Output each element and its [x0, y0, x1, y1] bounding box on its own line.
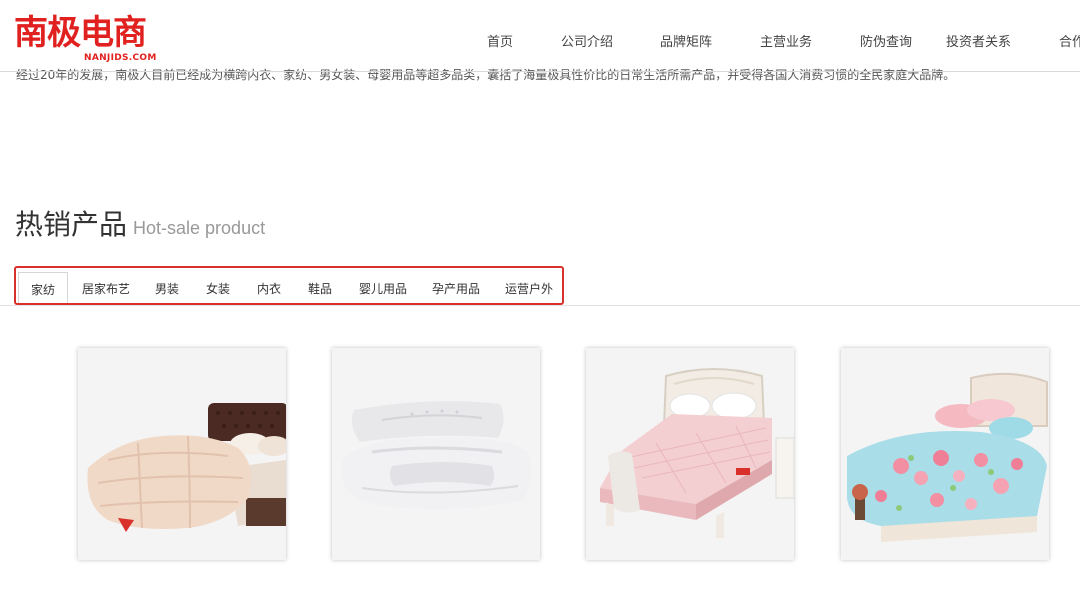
- site-header: 南极电商 NANJIDS.COM 首页 公司介绍 品牌矩阵 主营业务 防伪查询 …: [0, 0, 1080, 70]
- nav-item-business[interactable]: 主营业务: [760, 34, 812, 52]
- nav-item-investors[interactable]: 投资者关系: [946, 34, 1011, 52]
- nav-item-home[interactable]: 首页: [487, 34, 513, 52]
- pillows-image: [332, 348, 540, 560]
- product-card-mattress-pad[interactable]: [586, 348, 794, 560]
- product-card-pillows[interactable]: [332, 348, 540, 560]
- main-nav: 首页 公司介绍 品牌矩阵 主营业务 防伪查询 投资者关系 合作: [0, 34, 1080, 54]
- tab-bar-divider: [0, 305, 1080, 306]
- comforter-image: [78, 348, 286, 560]
- mattress-pad-bed-image: [586, 348, 794, 560]
- product-card-comforter[interactable]: [78, 348, 286, 560]
- nav-item-cooperation[interactable]: 合作: [1059, 34, 1080, 52]
- logo-domain: NANJIDS.COM: [84, 53, 157, 63]
- nav-item-anti-counterfeit[interactable]: 防伪查询: [860, 34, 912, 52]
- section-title-cn: 热销产品: [15, 208, 128, 241]
- nav-item-brands[interactable]: 品牌矩阵: [660, 34, 712, 52]
- tab-bar-highlight-box: [14, 266, 564, 305]
- section-title-en: Hot-sale product: [133, 218, 266, 238]
- nav-item-company[interactable]: 公司介绍: [561, 34, 613, 52]
- product-card-bedding-set[interactable]: [841, 348, 1049, 560]
- section-title: 热销产品 Hot-sale product: [15, 208, 265, 245]
- intro-text: 经过20年的发展，南极人目前已经成为横跨内衣、家纺、男女装、母婴用品等超多品类，…: [16, 68, 956, 82]
- floral-bedding-set-image: [841, 348, 1049, 560]
- header-divider: [0, 71, 1080, 72]
